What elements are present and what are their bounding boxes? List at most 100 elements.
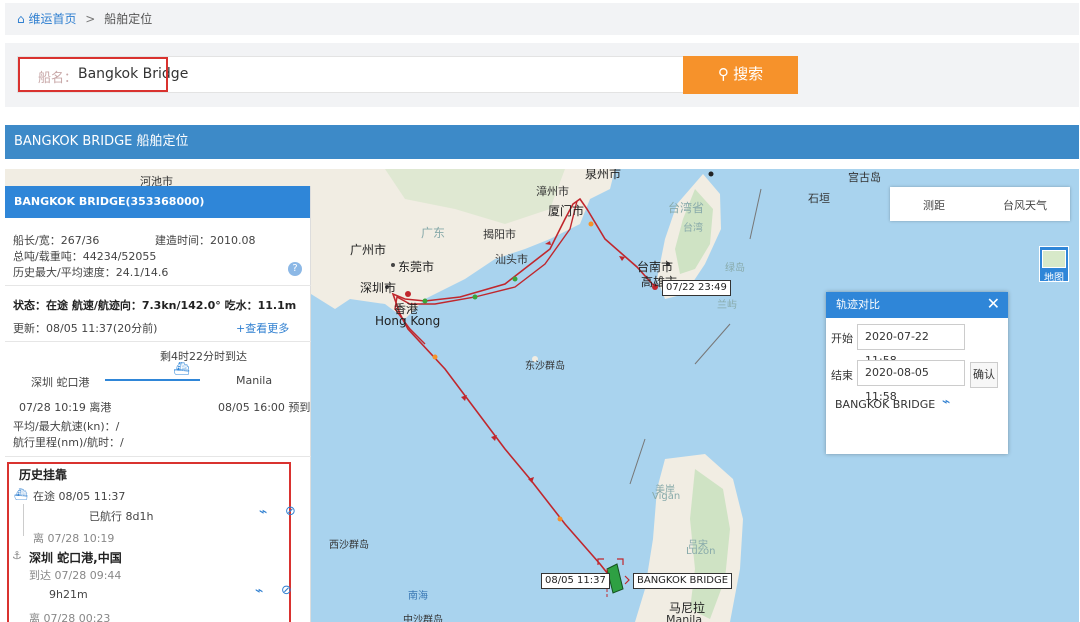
- track-arrow: [545, 241, 551, 245]
- history-title: 历史挂靠: [19, 468, 68, 482]
- breadcrumb-current: 船舶定位: [104, 12, 153, 26]
- map-label-guangzhou: 广州市: [350, 243, 387, 257]
- divider: [5, 285, 311, 286]
- map-label-luzon: Luzon: [686, 546, 716, 557]
- breadcrumb-home-link[interactable]: 维运首页: [28, 12, 76, 26]
- map-label-jieyang: 揭阳市: [483, 228, 516, 241]
- track-point: [472, 294, 478, 300]
- end-date-input[interactable]: 2020-08-05 11:58: [857, 360, 965, 403]
- map-label-quanzhou: 泉州市: [585, 169, 622, 181]
- start-date-input[interactable]: 2020-07-22 11:58: [857, 324, 965, 367]
- city-dot: [708, 171, 714, 177]
- home-icon[interactable]: ⌂: [17, 12, 25, 26]
- track-point: [512, 276, 518, 282]
- map-label-taiwan-2: 台湾: [683, 223, 703, 234]
- history-left-2: 离 07/28 00:23: [29, 612, 111, 622]
- confirm-button[interactable]: 确认: [970, 362, 998, 388]
- map-label-manila: Manila: [666, 613, 703, 622]
- chart-line-icon-3[interactable]: ⌁: [942, 394, 950, 410]
- ship-info-panel: BANGKOK BRIDGE(353368000) 船长/宽：267/36 建造…: [5, 186, 311, 622]
- more-link[interactable]: +查看更多: [236, 320, 289, 336]
- ship-dims: 船长/宽：267/36: [13, 234, 100, 247]
- map-label-xiamen: 厦门市: [548, 204, 585, 218]
- map-label-dongsha: 东沙群岛: [525, 361, 565, 372]
- map-label-zhangzhou: 漳州市: [536, 185, 569, 198]
- anchor-icon: ⚓: [12, 549, 22, 562]
- history-left-1: 离 07/28 10:19: [33, 532, 115, 545]
- distance: 航行里程(nm)/航时：/: [13, 436, 124, 449]
- eta-time: 08/05 16:00 预到: [218, 401, 311, 414]
- breadcrumb: ⌂ 维运首页 > 船舶定位: [5, 3, 1079, 35]
- chart-line-icon-2[interactable]: ⌁: [255, 583, 263, 599]
- page-title: BANGKOK BRIDGE 船舶定位: [5, 125, 1079, 159]
- map-label-vigan: Vigan: [652, 491, 681, 502]
- divider: [5, 341, 311, 342]
- voyage-progress-bar: [105, 379, 200, 381]
- map-label-shenzhen: 深圳市: [360, 281, 397, 295]
- search-bar: 船名： Bangkok Bridge ⚲ 搜索: [5, 43, 1079, 107]
- track-point: [422, 298, 428, 304]
- track-ship-name: BANGKOK BRIDGE: [835, 398, 936, 411]
- map-layer-icon: [1042, 250, 1066, 268]
- boundary-line: [749, 188, 762, 240]
- track-point: [432, 354, 438, 360]
- history-section: 历史挂靠 ⛴ 在途 08/05 11:37 已航行 8d1h ⌁ ⊘ 离 07/…: [7, 462, 296, 622]
- distance-tool[interactable]: 测距: [923, 197, 945, 213]
- map-label-guangdong: 广东: [421, 226, 446, 240]
- chart-line-icon[interactable]: ⌁: [259, 504, 267, 520]
- ship-time-tag: 08/05 11:37: [541, 573, 610, 589]
- map-label-ludao: 绿岛: [725, 263, 745, 274]
- map-label-shantou: 汕头市: [495, 253, 528, 266]
- ship-speed: 历史最大/平均速度：24.1/14.6: [13, 266, 169, 279]
- typhoon-tool[interactable]: 台风天气: [1003, 197, 1047, 213]
- ship-status: 状态：在途 航速/航迹向：7.3kn/142.0° 吃水：11.1m: [13, 299, 297, 312]
- ship-name-tag[interactable]: BANGKOK BRIDGE: [633, 573, 733, 589]
- boundary-line: [629, 438, 646, 485]
- timeline-line: [23, 504, 24, 536]
- boundary-line: [694, 323, 731, 365]
- search-button-label: 搜索: [733, 66, 764, 83]
- city-dot: [391, 263, 395, 267]
- ship-direction-chevron: [624, 575, 630, 585]
- ship-updated: 更新：08/05 11:37(20分前): [13, 322, 158, 335]
- eye-off-icon-2[interactable]: ⊘: [281, 583, 292, 598]
- map-layer-label: 地图: [1044, 273, 1064, 284]
- track-compare-panel: 轨迹对比 ✕ 开始 2020-07-22 11:58 结束 2020-08-05…: [826, 292, 1008, 454]
- help-icon[interactable]: ?: [288, 262, 302, 276]
- map-label-taiwan: 台湾省: [668, 201, 705, 215]
- eye-off-icon[interactable]: ⊘: [285, 504, 296, 519]
- avg-speed: 平均/最大航速(kn)：/: [13, 420, 120, 433]
- map-label-shiyuan: 石垣: [808, 192, 830, 205]
- divider: [5, 456, 311, 457]
- ship-target-bracket: [597, 558, 624, 565]
- track-start-time-tag: 07/22 23:49: [662, 280, 731, 296]
- ship-status-icon: ⛴: [14, 488, 28, 501]
- breadcrumb-separator: >: [85, 12, 96, 26]
- map-label-gonggu: 宫古岛: [848, 171, 881, 184]
- search-icon: ⚲: [717, 66, 729, 83]
- search-highlight-box: [18, 57, 168, 92]
- track-point: [557, 516, 563, 522]
- history-stay: 9h21m: [49, 588, 88, 601]
- track-panel-title: 轨迹对比: [826, 292, 1008, 318]
- history-current-status: 在途 08/05 11:37: [33, 490, 126, 503]
- track-point: [588, 221, 594, 227]
- origin-port: 深圳 蛇口港: [31, 376, 90, 389]
- ship-progress-icon: ⛴: [173, 362, 190, 377]
- destination-port: Manila: [236, 374, 273, 387]
- map-layer-button[interactable]: 地图: [1039, 246, 1069, 284]
- search-button[interactable]: ⚲ 搜索: [683, 56, 798, 94]
- depart-time: 07/28 10:19 离港: [19, 401, 112, 414]
- start-label: 开始: [831, 332, 853, 345]
- map-toolbar: 测距 台风天气: [890, 187, 1070, 221]
- ship-header: BANGKOK BRIDGE(353368000): [5, 186, 310, 218]
- history-sailed: 已航行 8d1h: [89, 510, 154, 523]
- end-label: 结束: [831, 369, 853, 382]
- ship-built: 建造时间：2010.08: [155, 234, 256, 247]
- ship-tonnage: 总吨/载重吨：44234/52055: [13, 250, 157, 263]
- page: ⌂ 维运首页 > 船舶定位 船名： Bangkok Bridge ⚲ 搜索 BA…: [0, 0, 1080, 622]
- track-point: [405, 291, 411, 297]
- close-icon[interactable]: ✕: [987, 295, 1000, 313]
- history-port: 深圳 蛇口港,中国: [29, 551, 122, 565]
- map-label-lanyu: 兰屿: [717, 300, 737, 311]
